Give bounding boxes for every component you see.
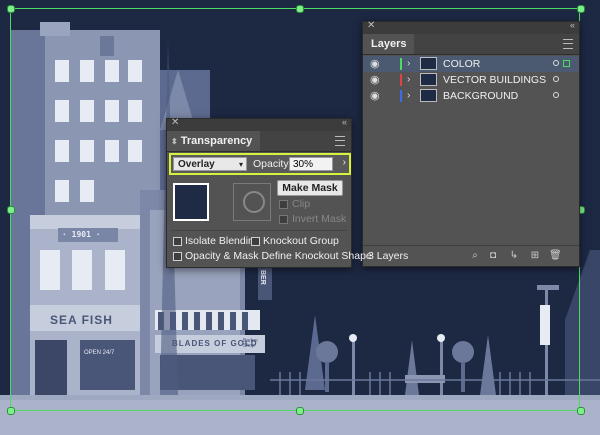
blend-opacity-row: Overlay ▾ Opacity: ›: [169, 153, 351, 175]
chevron-down-icon: ▾: [238, 160, 243, 169]
knockout-group-label: Knockout Group: [263, 235, 339, 247]
tab-transparency[interactable]: ⬍ Transparency: [167, 131, 261, 151]
no-mask-icon: [243, 191, 265, 213]
sign-barber: Barber Shop: [243, 338, 259, 349]
eye-icon[interactable]: ◉: [370, 88, 380, 104]
make-mask-button[interactable]: Make Mask: [277, 180, 343, 196]
resize-handle-bottom-left[interactable]: [7, 407, 15, 415]
transparency-panel-titlebar[interactable]: ✕ «: [167, 117, 351, 131]
panel-menu-icon[interactable]: [563, 39, 573, 49]
blend-mode-select[interactable]: Overlay ▾: [173, 157, 247, 171]
layer-list: ◉ › COLOR ◉ › VECTOR BUILDINGS ◉ › BACKGROUND: [363, 56, 579, 110]
eye-icon[interactable]: ◉: [370, 72, 380, 88]
tab-transparency-label: Transparency: [180, 135, 253, 147]
sign-sea-fish: SEA FISH: [50, 313, 113, 327]
layers-panel-titlebar[interactable]: ✕ «: [363, 20, 579, 34]
knockout-group-checkbox[interactable]: [251, 237, 260, 246]
divider: [171, 230, 347, 231]
trash-icon[interactable]: 🗑: [549, 250, 562, 262]
layer-color-swatch: [400, 90, 402, 102]
collapse-icon[interactable]: «: [342, 117, 347, 127]
resize-handle-top-center[interactable]: [296, 5, 304, 13]
sign-vertical: BER: [259, 270, 266, 285]
expand-arrow-icon[interactable]: ›: [407, 56, 410, 72]
collapse-icon[interactable]: «: [570, 20, 575, 30]
clipping-mask-icon[interactable]: ◘: [487, 250, 499, 262]
chevron-right-icon[interactable]: ›: [343, 157, 346, 168]
selection-indicator[interactable]: [563, 60, 570, 67]
isolate-blending-checkbox[interactable]: [173, 237, 182, 246]
layer-row[interactable]: ◉ › BACKGROUND: [363, 88, 579, 104]
layer-thumbnail: [420, 89, 437, 102]
expand-arrow-icon[interactable]: ›: [407, 88, 410, 104]
layers-footer: 3 Layers ⌕ ◘ ↳ ⊞ 🗑: [363, 245, 579, 266]
search-icon[interactable]: ⌕: [469, 250, 481, 262]
eye-icon[interactable]: ◉: [370, 56, 380, 72]
clip-checkbox[interactable]: [279, 200, 288, 209]
layer-target-icon[interactable]: [553, 92, 559, 98]
expand-arrow-icon[interactable]: ›: [407, 72, 410, 88]
layer-name[interactable]: COLOR: [443, 56, 480, 72]
layer-target-icon[interactable]: [553, 76, 559, 82]
panel-menu-icon[interactable]: [335, 136, 345, 146]
resize-handle-top-left[interactable]: [7, 5, 15, 13]
close-icon[interactable]: ✕: [367, 20, 375, 31]
close-icon[interactable]: ✕: [171, 117, 179, 128]
resize-handle-bottom-center[interactable]: [296, 407, 304, 415]
isolate-blending-label: Isolate Blending: [185, 235, 260, 247]
layer-thumbnail: [420, 73, 437, 86]
invert-mask-checkbox[interactable]: [279, 215, 288, 224]
layer-target-icon[interactable]: [553, 60, 559, 66]
layer-row[interactable]: ◉ › VECTOR BUILDINGS: [363, 72, 579, 88]
layer-color-swatch: [400, 74, 402, 86]
artwork-thumbnail: [173, 183, 209, 221]
transparency-panel-tabs: ⬍ Transparency: [167, 131, 351, 152]
layers-panel: ✕ « Layers ◉ › COLOR ◉ › VECTOR BUILDINGS ◉ › BA…: [362, 20, 580, 267]
opacity-input[interactable]: [289, 157, 333, 171]
new-layer-icon[interactable]: ⊞: [529, 250, 541, 262]
blend-mode-value: Overlay: [178, 159, 215, 170]
resize-handle-middle-left[interactable]: [7, 206, 15, 214]
resize-handle-bottom-right[interactable]: [577, 407, 585, 415]
layer-thumbnail: [420, 57, 437, 70]
layer-name[interactable]: VECTOR BUILDINGS: [443, 72, 546, 88]
layer-color-swatch: [400, 58, 402, 70]
sign-year: · 1901 ·: [62, 230, 101, 239]
sort-arrows-icon: ⬍: [171, 137, 178, 146]
clip-label: Clip: [292, 198, 311, 210]
opacity-label: Opacity:: [253, 158, 292, 170]
sign-open: OPEN 24/7: [84, 350, 115, 356]
layer-name[interactable]: BACKGROUND: [443, 88, 518, 104]
layer-count: 3 Layers: [368, 250, 409, 262]
transparency-panel: ✕ « ⬍ Transparency Overlay ▾ Opacity: › …: [166, 117, 372, 268]
layer-row[interactable]: ◉ › COLOR: [363, 56, 579, 72]
layers-panel-tabs: Layers: [363, 34, 579, 55]
mask-thumbnail[interactable]: [233, 183, 271, 221]
opacity-mask-knockout-label: Opacity & Mask Define Knockout Shape: [185, 250, 372, 262]
invert-mask-label: Invert Mask: [292, 213, 347, 225]
resize-handle-top-right[interactable]: [577, 5, 585, 13]
opacity-mask-knockout-checkbox[interactable]: [173, 252, 182, 261]
tab-layers[interactable]: Layers: [363, 34, 415, 54]
sublayer-icon[interactable]: ↳: [508, 250, 520, 262]
